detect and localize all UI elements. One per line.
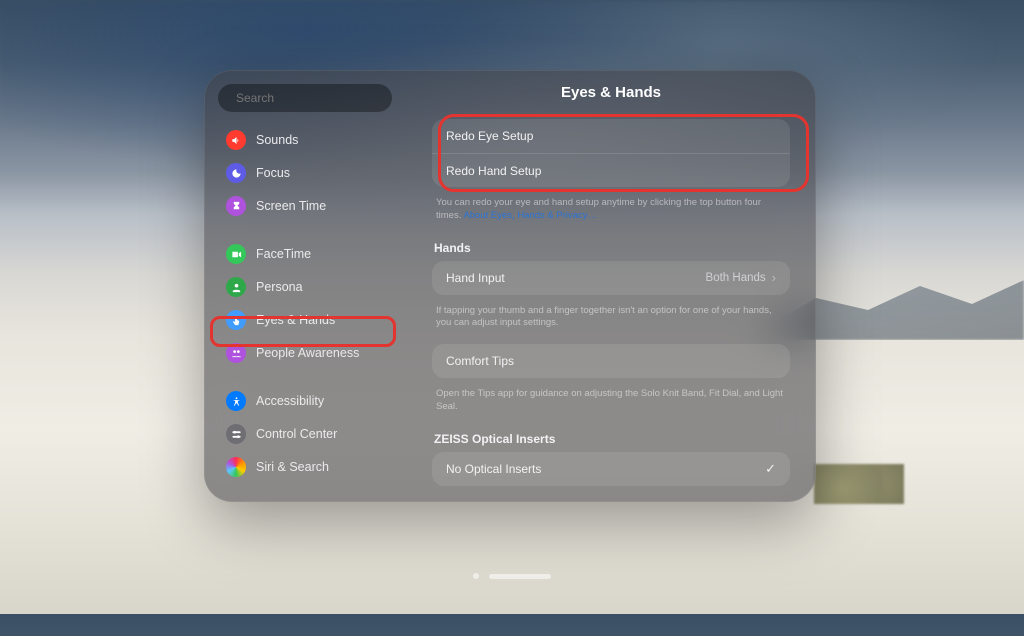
sidebar-item-screen-time[interactable]: Screen Time <box>218 191 392 221</box>
row-label: No Optical Inserts <box>446 462 541 476</box>
pager-handle[interactable] <box>489 574 551 579</box>
sidebar-item-siri-search[interactable]: Siri & Search <box>218 452 392 482</box>
moon-icon <box>226 163 246 183</box>
video-icon <box>226 244 246 264</box>
about-privacy-link[interactable]: About Eyes, Hands & Privacy… <box>463 210 597 221</box>
search-field[interactable] <box>218 84 392 112</box>
no-optical-inserts-row[interactable]: No Optical Inserts ✓ <box>432 452 790 486</box>
accessibility-icon <box>226 391 246 411</box>
page-title: Eyes & Hands <box>432 84 790 101</box>
zeiss-group: No Optical Inserts ✓ <box>432 452 790 486</box>
redo-caption: You can redo your eye and hand setup any… <box>432 193 790 237</box>
sidebar: Sounds Focus Screen Time FaceTime <box>204 70 402 502</box>
sidebar-item-label: Siri & Search <box>256 460 329 474</box>
sidebar-item-label: Accessibility <box>256 394 324 408</box>
tap-icon <box>226 310 246 330</box>
window-pager[interactable] <box>473 516 551 636</box>
settings-window: Sounds Focus Screen Time FaceTime <box>204 70 816 502</box>
hands-header: Hands <box>434 241 788 255</box>
sidebar-item-eyes-hands[interactable]: Eyes & Hands <box>218 305 392 335</box>
comfort-tips-row[interactable]: Comfort Tips <box>432 344 790 378</box>
row-label: Comfort Tips <box>446 354 514 368</box>
chevron-right-icon: › <box>772 270 776 285</box>
sidebar-item-label: Focus <box>256 166 290 180</box>
sidebar-item-control-center[interactable]: Control Center <box>218 419 392 449</box>
checkmark-icon: ✓ <box>765 461 776 477</box>
hourglass-icon <box>226 196 246 216</box>
hands-caption: If tapping your thumb and a finger toget… <box>432 301 790 345</box>
hand-input-row[interactable]: Hand Input Both Hands › <box>432 261 790 295</box>
sidebar-item-label: People Awareness <box>256 346 359 360</box>
comfort-caption: Open the Tips app for guidance on adjust… <box>432 384 790 428</box>
sidebar-item-label: Control Center <box>256 427 337 441</box>
search-input[interactable] <box>236 91 391 105</box>
sidebar-item-persona[interactable]: Persona <box>218 272 392 302</box>
siri-icon <box>226 457 246 477</box>
people-icon <box>226 343 246 363</box>
row-label: Redo Eye Setup <box>446 129 533 143</box>
sidebar-item-sounds[interactable]: Sounds <box>218 125 392 155</box>
redo-eye-setup-button[interactable]: Redo Eye Setup <box>432 119 790 153</box>
sidebar-item-people-awareness[interactable]: People Awareness <box>218 338 392 368</box>
row-label: Hand Input <box>446 271 505 285</box>
sidebar-item-label: Persona <box>256 280 303 294</box>
person-icon <box>226 277 246 297</box>
sidebar-item-label: Eyes & Hands <box>256 313 335 327</box>
hands-group: Hand Input Both Hands › <box>432 261 790 295</box>
main-content: Eyes & Hands Redo Eye Setup Redo Hand Se… <box>402 70 816 502</box>
row-label: Redo Hand Setup <box>446 164 541 178</box>
speaker-icon <box>226 130 246 150</box>
zeiss-header: ZEISS Optical Inserts <box>434 432 788 446</box>
pager-dot <box>473 573 479 579</box>
redo-setup-group: Redo Eye Setup Redo Hand Setup <box>432 119 790 187</box>
redo-hand-setup-button[interactable]: Redo Hand Setup <box>432 153 790 187</box>
hand-input-value: Both Hands <box>706 272 766 284</box>
switches-icon <box>226 424 246 444</box>
sidebar-item-accessibility[interactable]: Accessibility <box>218 386 392 416</box>
sidebar-item-label: Sounds <box>256 133 298 147</box>
sidebar-item-label: Screen Time <box>256 199 326 213</box>
sidebar-item-facetime[interactable]: FaceTime <box>218 239 392 269</box>
comfort-group: Comfort Tips <box>432 344 790 378</box>
sidebar-item-label: FaceTime <box>256 247 311 261</box>
sidebar-item-focus[interactable]: Focus <box>218 158 392 188</box>
